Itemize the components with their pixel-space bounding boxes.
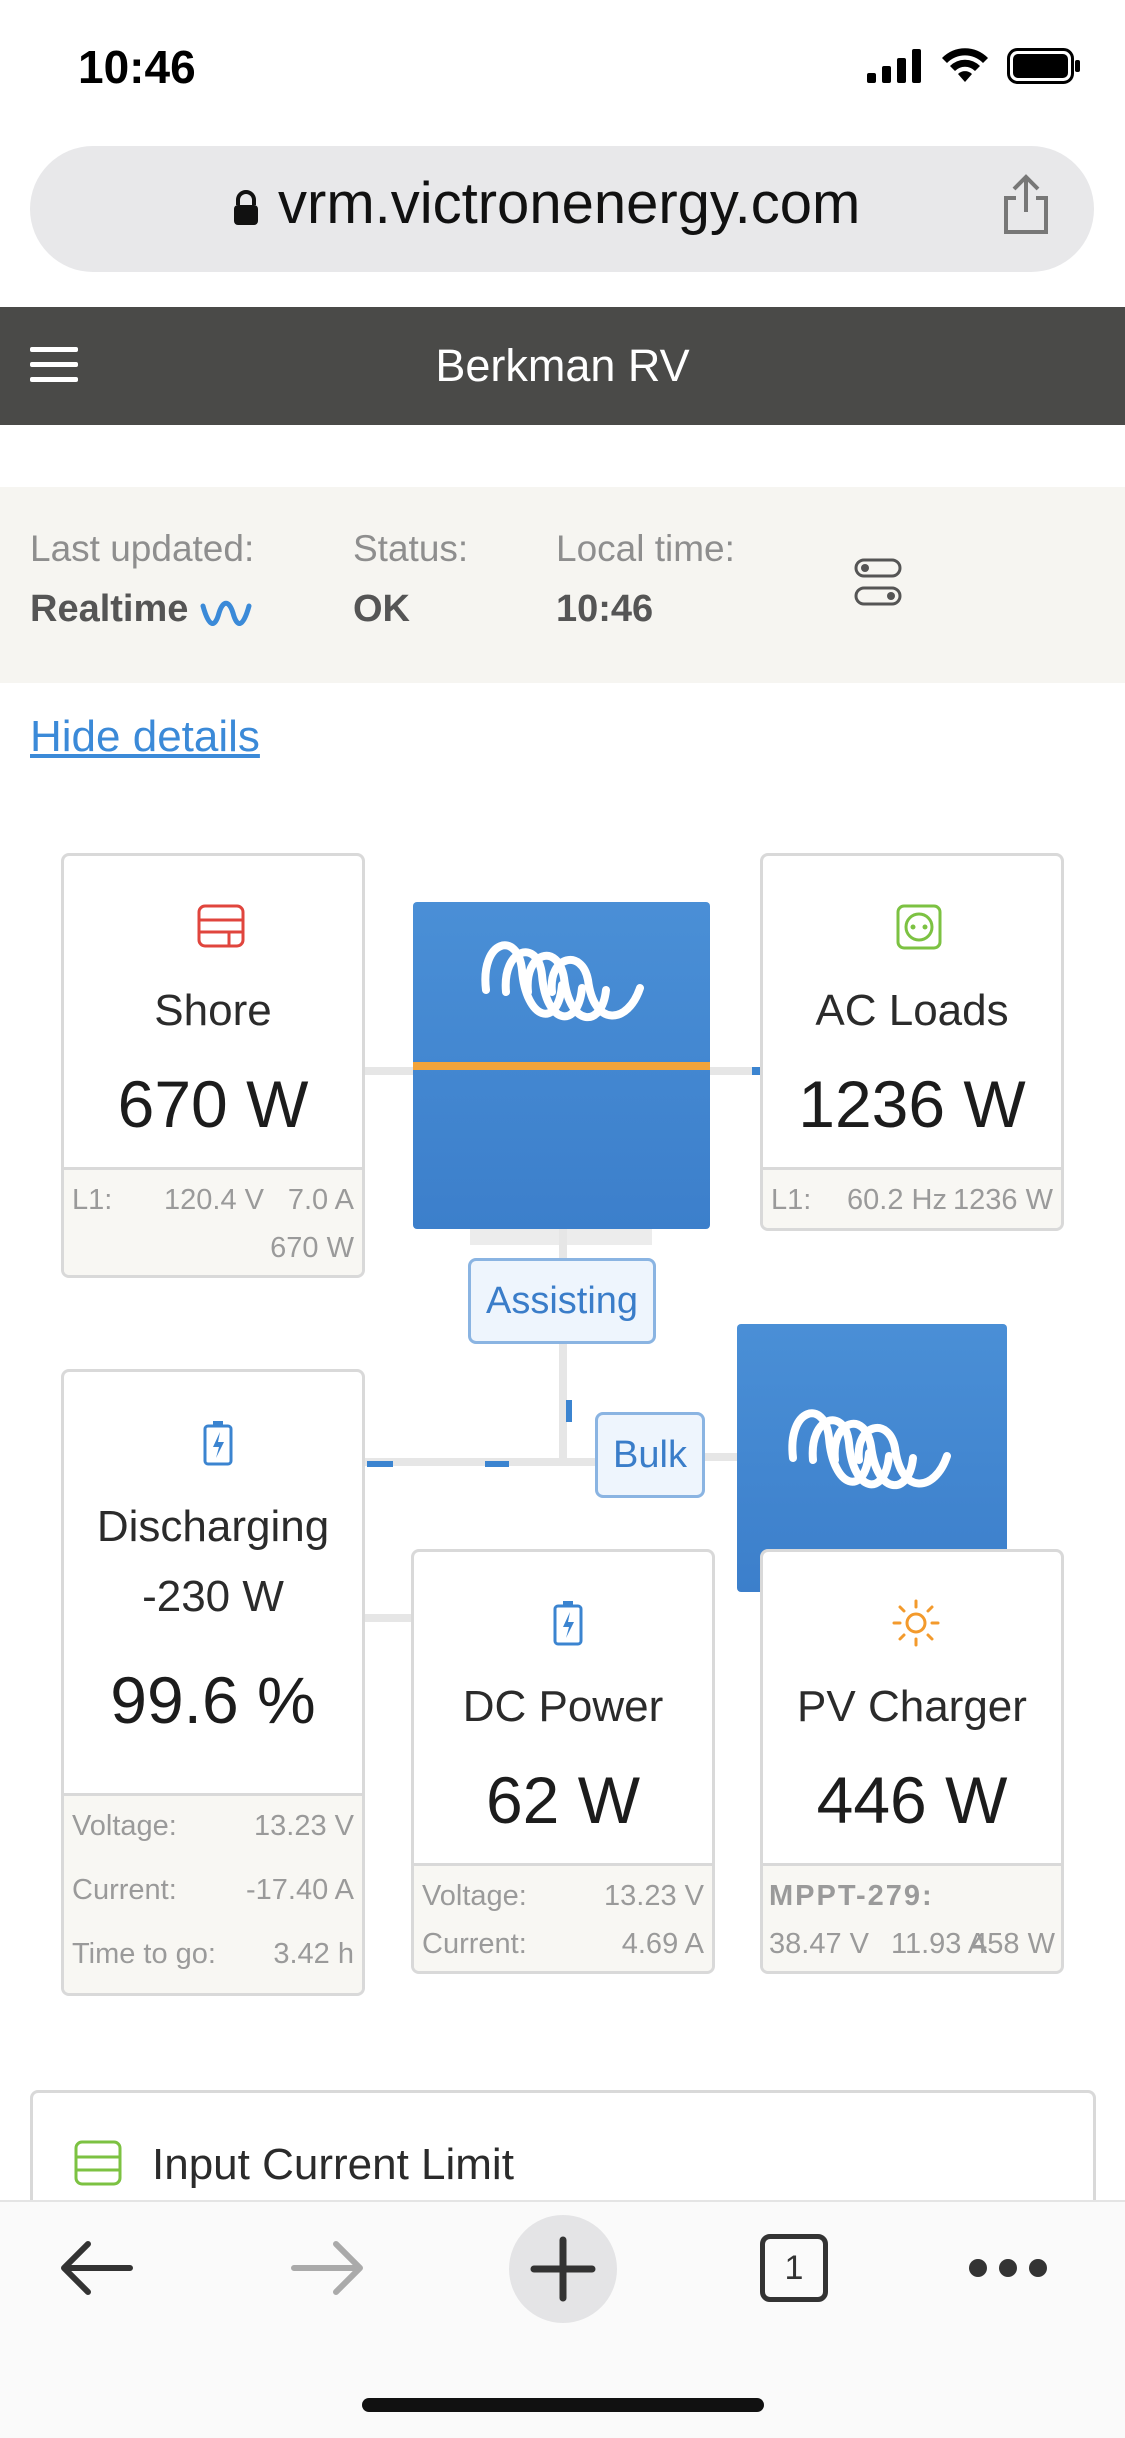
battery-power: -230 W [142, 1572, 284, 1621]
signal-icon [867, 49, 921, 83]
ac-loads-card[interactable]: AC Loads 1236 W L1: 60.2 Hz 1236 W [760, 853, 1064, 1231]
status-icons [867, 48, 1081, 84]
ac-loads-title: AC Loads [815, 986, 1009, 1035]
hide-details-link[interactable]: Hide details [30, 712, 260, 762]
battery-details: Voltage: 13.23 V Current: -17.40 A Time … [64, 1793, 362, 1993]
back-arrow-icon[interactable] [58, 2240, 134, 2296]
flow-dash [485, 1461, 509, 1467]
inverter-state-badge: Assisting [468, 1258, 656, 1344]
pv-power: 458 W [971, 1928, 1055, 1960]
ac-l1-label: L1: [771, 1184, 812, 1216]
ac-outlet-icon [896, 904, 942, 950]
flow-dash [367, 1461, 393, 1467]
inverter-flow-line [413, 1062, 710, 1070]
victron-logo-icon [481, 941, 644, 1022]
battery-voltage: 13.23 V [254, 1810, 354, 1842]
charger-state-badge: Bulk [595, 1412, 705, 1498]
pv-voltage: 38.47 V [769, 1928, 869, 1960]
home-indicator[interactable] [362, 2398, 764, 2412]
sun-icon [892, 1599, 940, 1647]
battery-icon [203, 1421, 233, 1466]
share-icon[interactable] [1000, 174, 1052, 236]
battery-ttg: 3.42 h [273, 1938, 354, 1970]
status-label: Status: [353, 528, 469, 569]
shore-power-icon [197, 904, 245, 948]
flow-dash [566, 1400, 572, 1422]
status-time: 10:46 [78, 41, 196, 93]
dc-current-label: Current: [422, 1928, 527, 1960]
dc-voltage-label: Voltage: [422, 1880, 527, 1912]
tab-switcher-icon[interactable]: 1 [760, 2234, 828, 2302]
dc-power-card[interactable]: DC Power 62 W Voltage: 13.23 V Current: … [411, 1549, 715, 1974]
dc-power-title: DC Power [462, 1682, 664, 1731]
dc-power-details: Voltage: 13.23 V Current: 4.69 A [414, 1863, 712, 1971]
status-value: OK [353, 588, 410, 630]
pv-device-name: MPPT-279: [769, 1880, 934, 1912]
url-text[interactable]: vrm.victronenergy.com [278, 170, 860, 237]
ac-l1-power: 1236 W [953, 1184, 1053, 1216]
battery-ttg-label: Time to go: [72, 1938, 216, 1970]
shore-title: Shore [154, 986, 272, 1035]
shore-details: L1: 120.4 V 7.0 A 670 W [64, 1167, 362, 1275]
tab-count: 1 [784, 2249, 804, 2287]
dc-current: 4.69 A [621, 1928, 704, 1960]
input-current-limit-title: Input Current Limit [152, 2140, 514, 2189]
shore-power: 670 W [117, 1067, 309, 1141]
forward-arrow-icon[interactable] [290, 2240, 366, 2296]
local-time-label: Local time: [556, 528, 735, 569]
local-time-value: 10:46 [556, 588, 654, 630]
battery-voltage-label: Voltage: [72, 1810, 177, 1842]
battery-soc: 99.6 % [110, 1663, 316, 1737]
input-limit-icon [74, 2140, 122, 2186]
status-strip [0, 487, 1125, 683]
realtime-wave-icon [200, 600, 252, 626]
lock-icon [234, 190, 258, 225]
wifi-icon [942, 48, 988, 82]
more-options-icon[interactable] [966, 2256, 1050, 2280]
pv-charger-details: MPPT-279: 38.47 V 11.93 A 458 W [763, 1863, 1061, 1971]
battery-current-label: Current: [72, 1874, 177, 1906]
site-title: Berkman RV [435, 340, 690, 391]
victron-logo-icon [788, 1409, 951, 1490]
shore-l1-current: 7.0 A [287, 1184, 354, 1216]
toggle-view-icon[interactable] [854, 558, 902, 608]
battery-card[interactable]: Discharging -230 W 99.6 % Voltage: 13.23… [61, 1369, 365, 1996]
shore-l1-label: L1: [72, 1184, 113, 1216]
shore-l1-voltage: 120.4 V [164, 1184, 264, 1216]
ac-loads-details: L1: 60.2 Hz 1236 W [763, 1167, 1061, 1228]
shore-card[interactable]: Shore 670 W L1: 120.4 V 7.0 A 670 W [61, 853, 365, 1278]
new-tab-icon[interactable] [508, 2214, 618, 2324]
pv-charger-power: 446 W [816, 1763, 1008, 1837]
battery-icon [1007, 48, 1080, 84]
ac-loads-power: 1236 W [798, 1067, 1026, 1141]
last-updated-label: Last updated: [30, 528, 255, 569]
battery-current: -17.40 A [245, 1874, 354, 1906]
flow-dash [752, 1067, 760, 1075]
shore-l1-power: 670 W [270, 1232, 354, 1264]
dc-voltage: 13.23 V [604, 1880, 704, 1912]
last-updated-value: Realtime [30, 588, 189, 630]
battery-state: Discharging [96, 1502, 330, 1551]
pv-charger-title: PV Charger [797, 1682, 1027, 1731]
dc-power-value: 62 W [485, 1763, 641, 1837]
pv-charger-card[interactable]: PV Charger 446 W MPPT-279: 38.47 V 11.93… [760, 1549, 1064, 1974]
ac-l1-freq: 60.2 Hz [847, 1184, 947, 1216]
dc-battery-icon [553, 1601, 583, 1646]
